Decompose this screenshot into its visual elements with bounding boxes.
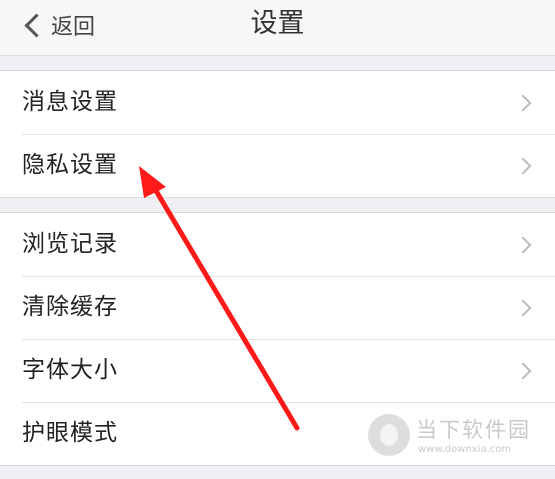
- watermark: 当下软件园 www.downxia.com: [368, 412, 548, 474]
- watermark-logo-icon: [368, 414, 410, 456]
- arrow-shaft: [149, 181, 300, 431]
- arrow-head-icon: [139, 166, 166, 198]
- watermark-text: 当下软件园: [416, 418, 531, 442]
- watermark-url: www.downxia.com: [418, 444, 512, 455]
- annotation-arrow: [139, 166, 300, 431]
